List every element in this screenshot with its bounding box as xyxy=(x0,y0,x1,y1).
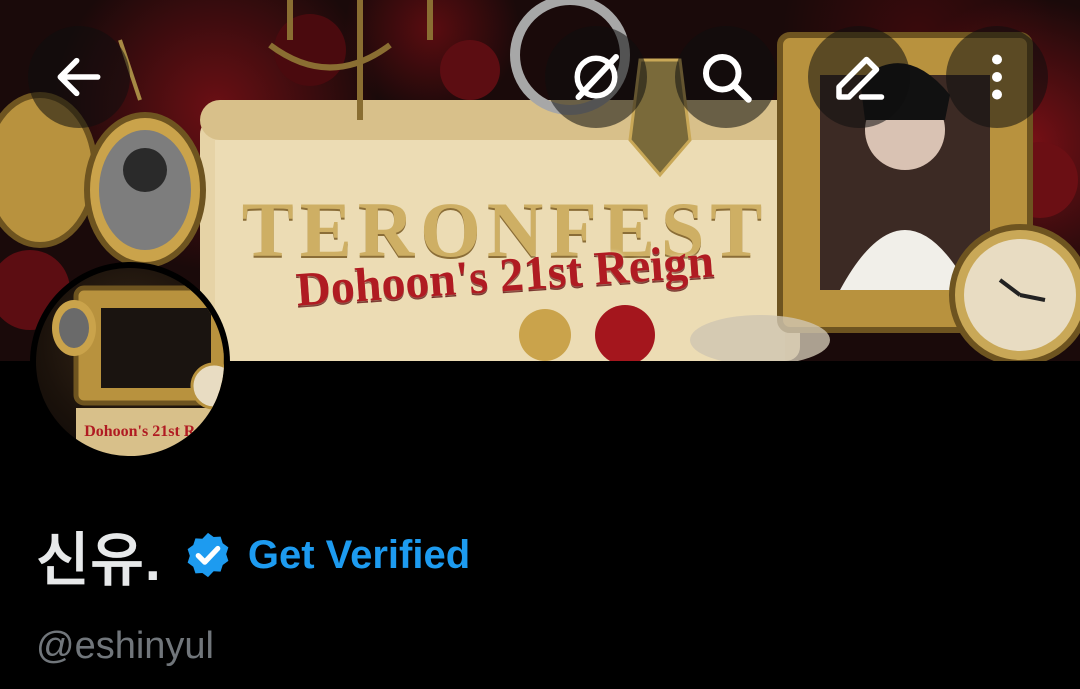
grok-icon xyxy=(574,54,619,100)
verified-badge-icon[interactable] xyxy=(182,529,234,581)
arrow-left-icon xyxy=(57,57,101,97)
more-vertical-icon xyxy=(992,54,1002,100)
profile-name-row: 신유. Get Verified xyxy=(36,515,470,595)
back-button[interactable] xyxy=(28,26,130,128)
edit-button[interactable] xyxy=(808,26,910,128)
display-name: 신유. xyxy=(36,528,162,593)
search-button[interactable] xyxy=(675,26,777,128)
user-handle: @eshinyul xyxy=(36,625,214,667)
search-icon xyxy=(703,54,752,103)
grok-button[interactable] xyxy=(545,26,647,128)
avatar[interactable]: Dohoon's 21st Reign xyxy=(36,268,224,456)
more-button[interactable] xyxy=(946,26,1048,128)
get-verified-link[interactable]: Get Verified xyxy=(248,533,470,578)
avatar-caption: Dohoon's 21st Reign xyxy=(84,423,224,440)
edit-icon xyxy=(836,56,885,100)
